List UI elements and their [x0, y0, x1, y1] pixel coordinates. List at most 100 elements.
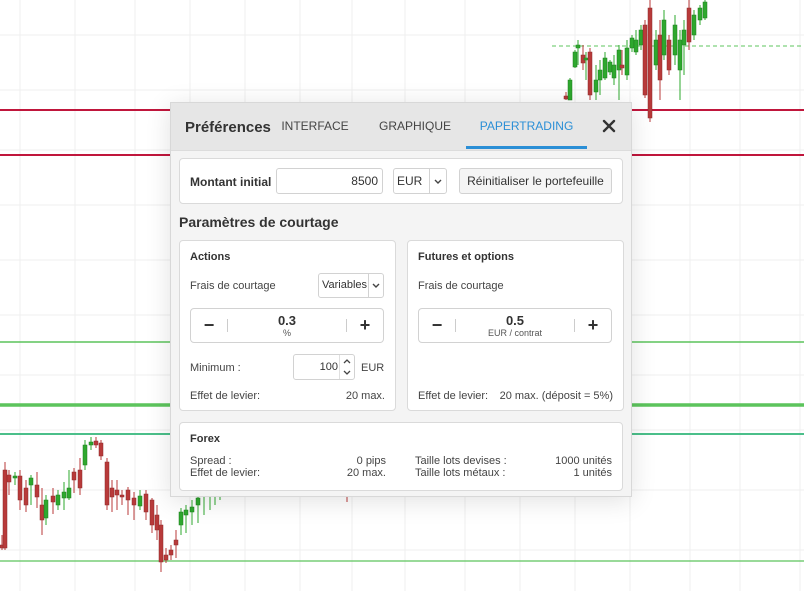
- spread-value: 0 pips: [356, 455, 386, 467]
- candle-body: [633, 39, 639, 53]
- actions-fee-stepper: − 0.3 % +: [190, 308, 384, 343]
- futures-options-card: Futures et options Frais de courtage − 0…: [407, 240, 624, 411]
- candle-body: [34, 484, 40, 498]
- candle-body: [154, 514, 160, 531]
- minimum-value: 100: [319, 361, 338, 373]
- reset-portfolio-button[interactable]: Réinitialiser le portefeuille: [459, 168, 612, 194]
- candle-body: [43, 499, 49, 519]
- candle-body: [50, 495, 56, 503]
- lot-metal-label: Taille lots métaux :: [415, 467, 506, 479]
- futures-title: Futures et options: [418, 251, 514, 263]
- candle-body: [611, 64, 617, 79]
- actions-fee-increment-button[interactable]: +: [347, 309, 383, 342]
- minimum-currency: EUR: [361, 362, 385, 374]
- actions-leverage-label: Effet de levier:: [190, 390, 261, 402]
- initial-amount-card: Montant initial 8500 EUR Réinitialiser l…: [179, 158, 623, 204]
- candle-body: [77, 469, 83, 489]
- candle-body: [647, 7, 653, 119]
- candle-body: [642, 24, 648, 96]
- forex-leverage-value: 20 max.: [346, 467, 386, 479]
- futures-leverage-label: Effet de levier:: [418, 390, 489, 402]
- candle-body: [677, 39, 683, 71]
- initial-amount-input[interactable]: 8500: [276, 168, 383, 194]
- close-icon: [602, 119, 616, 133]
- actions-fees-label: Frais de courtage: [190, 280, 276, 292]
- candle-body: [661, 19, 667, 56]
- candle-body: [563, 95, 569, 100]
- candle-body: [672, 24, 678, 56]
- candle-body: [697, 7, 703, 21]
- candle-body: [702, 1, 708, 19]
- minimum-number-input[interactable]: 100: [293, 354, 355, 380]
- candle-body: [6, 474, 12, 483]
- tab-interface[interactable]: INTERFACE: [277, 103, 353, 149]
- candle-body: [572, 51, 578, 68]
- futures-fees-label: Frais de courtage: [418, 280, 504, 292]
- candle-body: [583, 57, 589, 61]
- candle-body: [17, 475, 23, 501]
- candle-body: [88, 441, 94, 446]
- candle-body: [575, 44, 581, 49]
- lot-currency-label: Taille lots devises :: [415, 455, 507, 467]
- candle-body: [104, 461, 110, 506]
- candle-body: [163, 554, 169, 561]
- close-button[interactable]: [599, 116, 619, 136]
- futures-fee-decrement-button[interactable]: −: [419, 309, 455, 342]
- actions-card: Actions Frais de courtage Variables − 0.…: [179, 240, 396, 411]
- actions-fee-value[interactable]: 0.3: [227, 313, 347, 328]
- tab-papertrading[interactable]: PAPERTRADING: [466, 103, 587, 149]
- candle-body: [587, 51, 593, 96]
- candle-body: [567, 79, 573, 101]
- candle-body: [149, 499, 155, 526]
- candle-body: [143, 493, 149, 513]
- candle-body: [597, 69, 603, 81]
- candle-body: [12, 475, 18, 479]
- candle-body: [2, 469, 8, 549]
- currency-select[interactable]: EUR: [393, 168, 447, 194]
- tab-graphique[interactable]: GRAPHIQUE: [369, 103, 461, 149]
- dialog-title: Préférences: [185, 119, 271, 136]
- actions-fee-decrement-button[interactable]: −: [191, 309, 227, 342]
- candle-body: [114, 489, 120, 496]
- candle-body: [681, 29, 687, 46]
- candle-body: [55, 494, 61, 506]
- preferences-dialog: Préférences INTERFACE GRAPHIQUE PAPERTRA…: [170, 102, 632, 497]
- dialog-header: Préférences INTERFACE GRAPHIQUE PAPERTRA…: [171, 103, 631, 151]
- chevron-down-icon: [343, 370, 351, 375]
- forex-leverage-label: Effet de levier:: [190, 467, 261, 479]
- lot-currency-value: 1000 unités: [555, 455, 612, 467]
- candle-body: [131, 497, 137, 506]
- minimum-label: Minimum :: [190, 362, 241, 374]
- spread-label: Spread :: [190, 455, 232, 467]
- candle-body: [109, 487, 115, 498]
- lot-metal-value: 1 unités: [573, 467, 612, 479]
- candle-body: [168, 549, 174, 556]
- forex-card: Forex Spread : 0 pips Effet de levier: 2…: [179, 422, 623, 491]
- actions-fee-unit: %: [282, 328, 291, 338]
- spin-buttons[interactable]: [339, 355, 354, 379]
- candle-body: [619, 64, 625, 69]
- futures-fee-unit: EUR / contrat: [487, 328, 543, 338]
- initial-amount-label: Montant initial: [190, 175, 272, 189]
- candle-body: [98, 442, 104, 457]
- candle-body: [183, 509, 189, 516]
- currency-select-value: EUR: [397, 174, 423, 188]
- futures-fee-stepper: − 0.5 EUR / contrat +: [418, 308, 612, 343]
- futures-fee-increment-button[interactable]: +: [575, 309, 611, 342]
- candle-body: [638, 29, 644, 46]
- actions-fees-mode-select[interactable]: Variables: [318, 273, 384, 298]
- chevron-down-icon: [368, 274, 383, 297]
- futures-leverage-value: 20 max. (déposit = 5%): [499, 390, 613, 402]
- candle-body: [178, 511, 184, 526]
- candle-body: [691, 14, 697, 36]
- chevron-up-icon: [343, 359, 351, 364]
- candle-body: [602, 57, 608, 79]
- candle-body: [653, 39, 659, 66]
- futures-fee-value[interactable]: 0.5: [455, 313, 575, 328]
- candle-body: [657, 34, 663, 81]
- candle-body: [666, 39, 672, 71]
- candle-body: [195, 497, 201, 506]
- actions-leverage-value: 20 max.: [345, 390, 385, 402]
- candle-body: [71, 471, 77, 481]
- candle-body: [158, 524, 164, 563]
